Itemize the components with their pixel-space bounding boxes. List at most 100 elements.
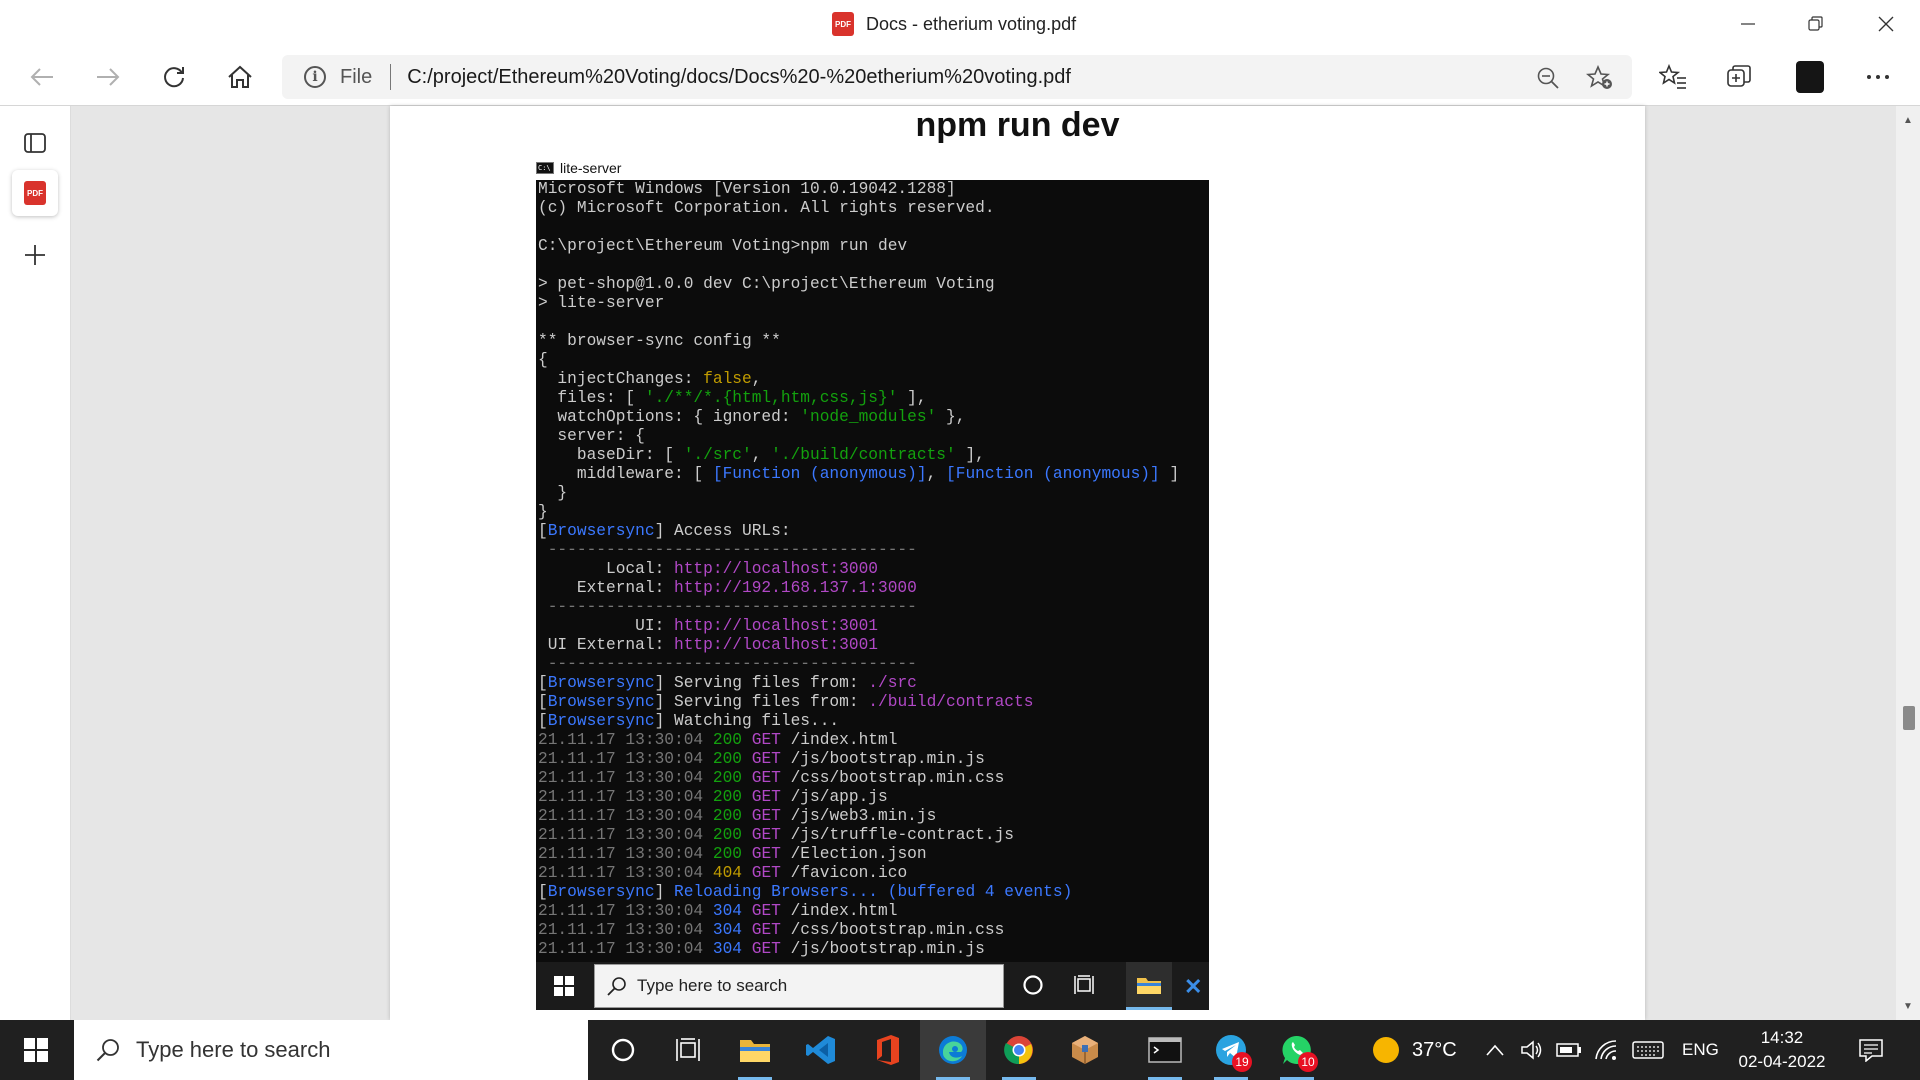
terminal-button[interactable]	[1132, 1020, 1198, 1080]
terminal-line: middleware: [ [Function (anonymous)], [F…	[538, 465, 1207, 484]
network-button[interactable]	[1594, 1020, 1620, 1080]
terminal-text-segment: /js/web3.min.js	[790, 807, 937, 825]
whatsapp-badge: 10	[1298, 1052, 1318, 1072]
task-view-button[interactable]	[656, 1020, 722, 1080]
terminal-text-segment: GET	[742, 788, 791, 806]
forward-button[interactable]	[88, 57, 128, 97]
home-icon	[228, 65, 252, 88]
terminal-line: 21.11.17 13:30:04 200 GET /js/bootstrap.…	[538, 750, 1207, 769]
clock[interactable]: 14:32 02-04-2022	[1724, 1026, 1840, 1074]
terminal-text-segment: [	[538, 693, 548, 711]
terminal-text-segment: > pet-shop@1.0.0 dev C:\project\Ethereum…	[538, 275, 995, 293]
scrollbar-thumb[interactable]	[1903, 706, 1915, 730]
cortana-button[interactable]	[590, 1020, 656, 1080]
package-app-button[interactable]	[1052, 1020, 1118, 1080]
embedded-taskbar: Type here to search ✕	[536, 962, 1209, 1010]
minimize-icon	[1741, 23, 1755, 25]
embedded-cortana-icon	[1022, 974, 1044, 1001]
new-tab-button[interactable]	[12, 232, 58, 278]
terminal-text-segment: /css/bootstrap.min.css	[790, 921, 1005, 939]
refresh-button[interactable]	[154, 57, 194, 97]
office-button[interactable]	[854, 1020, 920, 1080]
terminal-text-segment: [	[538, 522, 548, 540]
terminal-text-segment: ],	[955, 446, 985, 464]
file-explorer-button[interactable]	[722, 1020, 788, 1080]
speaker-icon	[1521, 1040, 1542, 1060]
telegram-button[interactable]: 19	[1198, 1020, 1264, 1080]
terminal-line: > lite-server	[538, 294, 1207, 313]
back-button[interactable]	[22, 57, 62, 97]
address-scheme-label: File	[340, 65, 373, 88]
terminal-text-segment: './**/*.{html,htm,css,js}'	[644, 389, 898, 407]
terminal-text-segment: http://localhost:3001	[674, 636, 878, 654]
terminal-line: --------------------------------------	[538, 541, 1207, 560]
chrome-button[interactable]	[986, 1020, 1052, 1080]
terminal-output: Microsoft Windows [Version 10.0.19042.12…	[536, 180, 1209, 962]
terminal-text-segment: middleware: [	[538, 465, 713, 483]
favorites-button[interactable]	[1653, 57, 1693, 97]
pdf-page: npm run dev C:\ lite-server Microsoft Wi…	[390, 106, 1645, 1020]
edge-button[interactable]	[920, 1020, 986, 1080]
embedded-search-text: Type here to search	[637, 976, 788, 995]
terminal-line: {	[538, 351, 1207, 370]
terminal-text-segment: GET	[742, 807, 791, 825]
terminal-text-segment: './src'	[683, 446, 752, 464]
chrome-icon	[1004, 1036, 1033, 1065]
close-window-button[interactable]	[1852, 0, 1920, 48]
tab-pdf-document[interactable]: PDF	[12, 170, 58, 216]
terminal-text-segment: GET	[742, 864, 791, 882]
terminal-line: watchOptions: { ignored: 'node_modules' …	[538, 408, 1207, 427]
terminal-text-segment: /Election.json	[790, 845, 927, 863]
url-text[interactable]: C:/project/Ethereum%20Voting/docs/Docs%2…	[407, 66, 1071, 89]
info-icon[interactable]: i	[304, 66, 326, 88]
terminal-text-segment: 21.11.17 13:30:04	[538, 769, 713, 787]
terminal-line: 21.11.17 13:30:04 200 GET /js/truffle-co…	[538, 826, 1207, 845]
wifi-icon	[1595, 1040, 1617, 1060]
home-button[interactable]	[220, 57, 260, 97]
windows-logo-icon	[24, 1038, 48, 1062]
notifications-button[interactable]	[1858, 1020, 1884, 1080]
terminal-text-segment: /index.html	[790, 731, 898, 749]
collections-button[interactable]	[1720, 57, 1760, 97]
add-favorite-button[interactable]	[1584, 62, 1616, 94]
embedded-search-box: Type here to search	[594, 964, 1004, 1008]
terminal-text-segment: ./src	[868, 674, 917, 692]
battery-button[interactable]	[1556, 1020, 1582, 1080]
restore-button[interactable]	[1782, 0, 1850, 48]
vscode-button[interactable]	[788, 1020, 854, 1080]
terminal-text-segment: ] Serving files from:	[654, 674, 869, 692]
terminal-text-segment: GET	[742, 731, 791, 749]
terminal-line: > pet-shop@1.0.0 dev C:\project\Ethereum…	[538, 275, 1207, 294]
terminal-text-segment: /js/bootstrap.min.js	[790, 750, 985, 768]
scroll-up-arrow-icon[interactable]: ▲	[1896, 110, 1920, 130]
sun-icon	[1373, 1037, 1399, 1063]
terminal-line: UI: http://localhost:3001	[538, 617, 1207, 636]
settings-more-button[interactable]	[1858, 57, 1898, 97]
embedded-search-icon	[607, 977, 626, 996]
vertical-scrollbar[interactable]: ▲ ▼	[1896, 106, 1920, 1020]
terminal-line: UI External: http://localhost:3001	[538, 636, 1207, 655]
taskbar-search-box[interactable]: Type here to search	[74, 1020, 588, 1080]
weather-widget[interactable]: 37°C	[1372, 1020, 1457, 1080]
start-button[interactable]	[0, 1020, 72, 1080]
language-indicator[interactable]: ENG	[1682, 1020, 1719, 1080]
tab-actions-button[interactable]	[12, 120, 58, 166]
minimize-button[interactable]	[1714, 0, 1782, 48]
show-hidden-icons-button[interactable]	[1486, 1020, 1504, 1080]
pdf-viewer: npm run dev C:\ lite-server Microsoft Wi…	[71, 106, 1920, 1020]
scroll-down-arrow-icon[interactable]: ▼	[1896, 996, 1920, 1016]
terminal-line: [Browsersync] Serving files from: ./buil…	[538, 693, 1207, 712]
terminal-line: 21.11.17 13:30:04 304 GET /js/bootstrap.…	[538, 940, 1207, 959]
volume-button[interactable]	[1520, 1020, 1544, 1080]
terminal-line: 21.11.17 13:30:04 200 GET /index.html	[538, 731, 1207, 750]
profile-avatar[interactable]	[1796, 61, 1824, 93]
whatsapp-button[interactable]: 10	[1264, 1020, 1330, 1080]
terminal-text-segment: {	[538, 351, 548, 369]
terminal-line: 21.11.17 13:30:04 200 GET /js/web3.min.j…	[538, 807, 1207, 826]
touch-keyboard-button[interactable]	[1632, 1020, 1664, 1080]
terminal-line: (c) Microsoft Corporation. All rights re…	[538, 199, 1207, 218]
address-bar[interactable]: i File C:/project/Ethereum%20Voting/docs…	[282, 55, 1632, 99]
zoom-out-button[interactable]	[1532, 62, 1564, 94]
telegram-badge: 19	[1232, 1052, 1252, 1072]
terminal-text-segment: GET	[742, 921, 791, 939]
